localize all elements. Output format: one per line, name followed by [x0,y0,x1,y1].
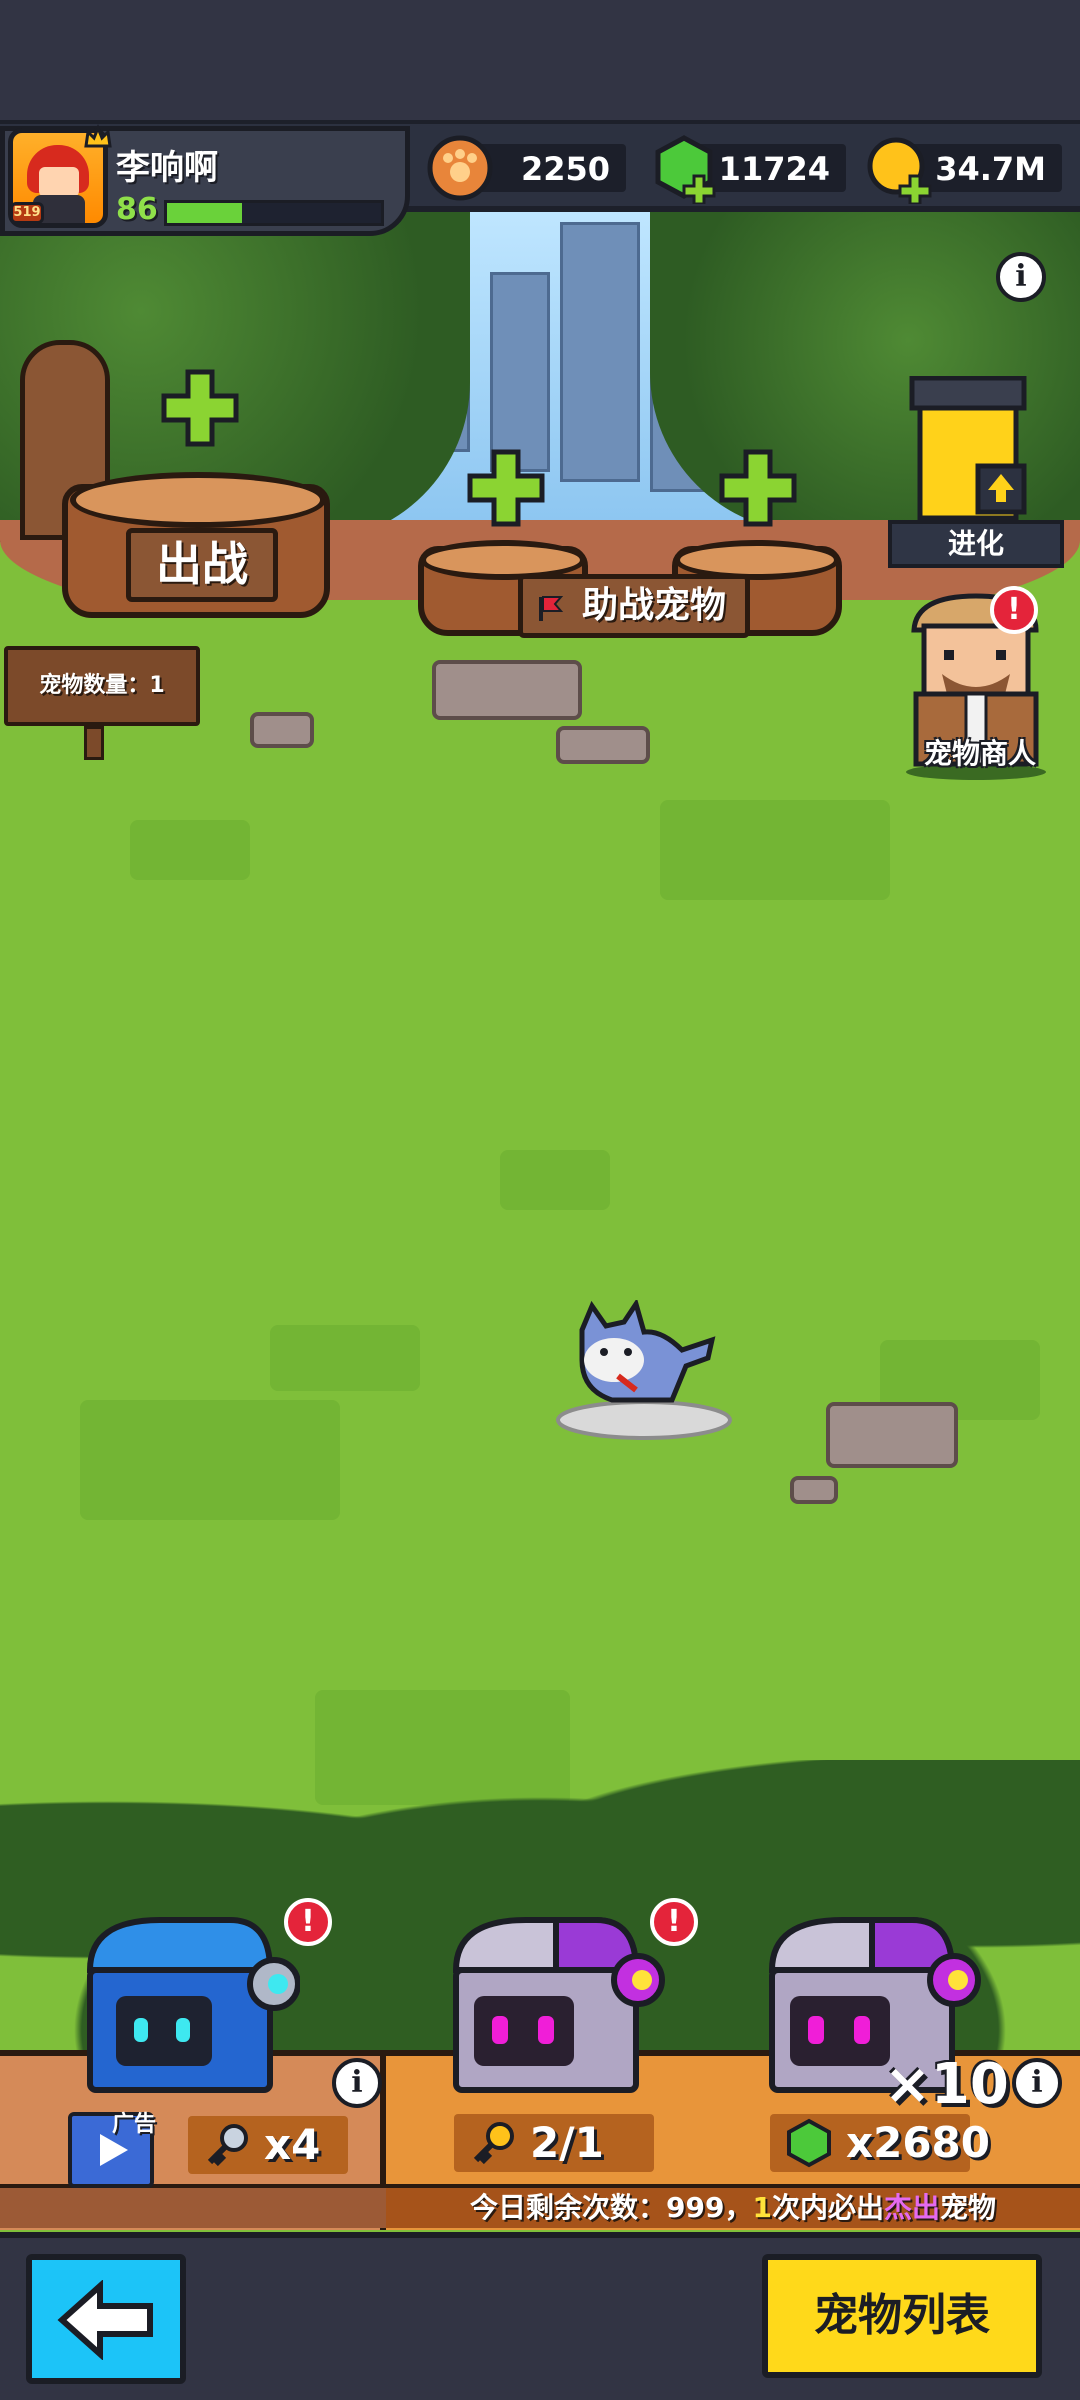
purple-chest-x10-cost-value: x2680 [846,2118,990,2167]
grass-patch [80,1400,340,1520]
blue-chest-alert-icon: ! [284,1898,332,1946]
ad-label: 广告 [112,2112,157,2137]
plus-icon[interactable] [466,448,546,528]
chest-multiplier-label: ×10 [884,2052,1009,2117]
footer-middle: 次内必出 [771,2191,884,2224]
grass-patch [500,1150,610,1210]
gold-coin-plus-icon[interactable] [864,132,936,204]
gold-key-icon [473,2122,514,2165]
crown-icon [84,124,112,148]
grass-patch [660,800,890,900]
back-arrow-icon [57,2280,153,2360]
avatar-face [39,167,79,197]
blue-chest-cost-value: x4 [264,2120,321,2169]
pet-count-sign: 宠物数量：1 [4,646,200,726]
purple-chest-info-icon[interactable]: i [1012,2058,1062,2108]
blue-chest-info-icon[interactable]: i [332,2058,382,2108]
building [560,222,640,482]
silver-key-icon [207,2124,248,2167]
player-name: 李响啊 [116,148,218,188]
system-status-bar [0,0,1080,120]
pet-cat-sprite[interactable] [552,1300,736,1442]
evolve-label[interactable]: 进化 [888,520,1064,568]
merchant-alert-icon: ! [990,586,1038,634]
flag-icon [539,596,564,621]
blue-chest[interactable] [80,1910,300,2110]
gold-value: 34.7M [935,150,1046,188]
grass-patch [270,1325,420,1391]
deploy-sign[interactable]: 出战 [126,528,278,602]
footer-highlight: 杰出 [883,2191,940,2224]
xp-bar [164,200,384,226]
blue-chest-cost[interactable]: x4 [188,2116,348,2174]
green-gem-plus-icon[interactable] [648,132,720,204]
grass-patch [130,820,250,880]
plus-icon[interactable] [160,368,240,448]
plus-icon[interactable] [718,448,798,528]
footer-suffix: 宠物 [939,2191,996,2224]
rock [790,1476,838,1504]
paw-coin-icon [427,135,493,201]
assist-pet-sign[interactable]: 助战宠物 [518,574,750,638]
building [490,272,550,472]
footer-count: 1 [752,2191,772,2224]
assist-pet-label: 助战宠物 [581,585,726,626]
shop-footer-left [0,2184,386,2228]
back-button[interactable] [26,2254,186,2384]
gem-value: 11724 [718,150,830,188]
pet-list-button[interactable]: 宠物列表 [762,2254,1042,2378]
stump-top [70,472,326,528]
rock [826,1402,958,1468]
sign-post [84,726,104,760]
purple-chest-cost[interactable]: 2/1 [454,2114,654,2172]
xp-bar-fill [167,203,242,223]
purple-chest-x10-cost[interactable]: x2680 [770,2114,990,2172]
rock [250,712,314,748]
player-level: 86 [116,192,158,227]
avatar-rank-badge: 519 [10,202,44,224]
green-gem-icon [787,2118,831,2168]
merchant-label[interactable]: 宠物商人 [900,732,1060,772]
footer-prefix: 今日剩余次数：999， [470,2191,753,2224]
purple-chest-alert-icon: ! [650,1898,698,1946]
info-icon[interactable]: i [996,252,1046,302]
shop-footer-info: 今日剩余次数：999，1次内必出杰出宠物 [386,2184,1080,2228]
purple-chest-cost-value: 2/1 [530,2118,604,2167]
rock [556,726,650,764]
coin-value: 2250 [520,150,610,188]
rock [432,660,582,720]
purple-chest[interactable] [446,1910,666,2110]
